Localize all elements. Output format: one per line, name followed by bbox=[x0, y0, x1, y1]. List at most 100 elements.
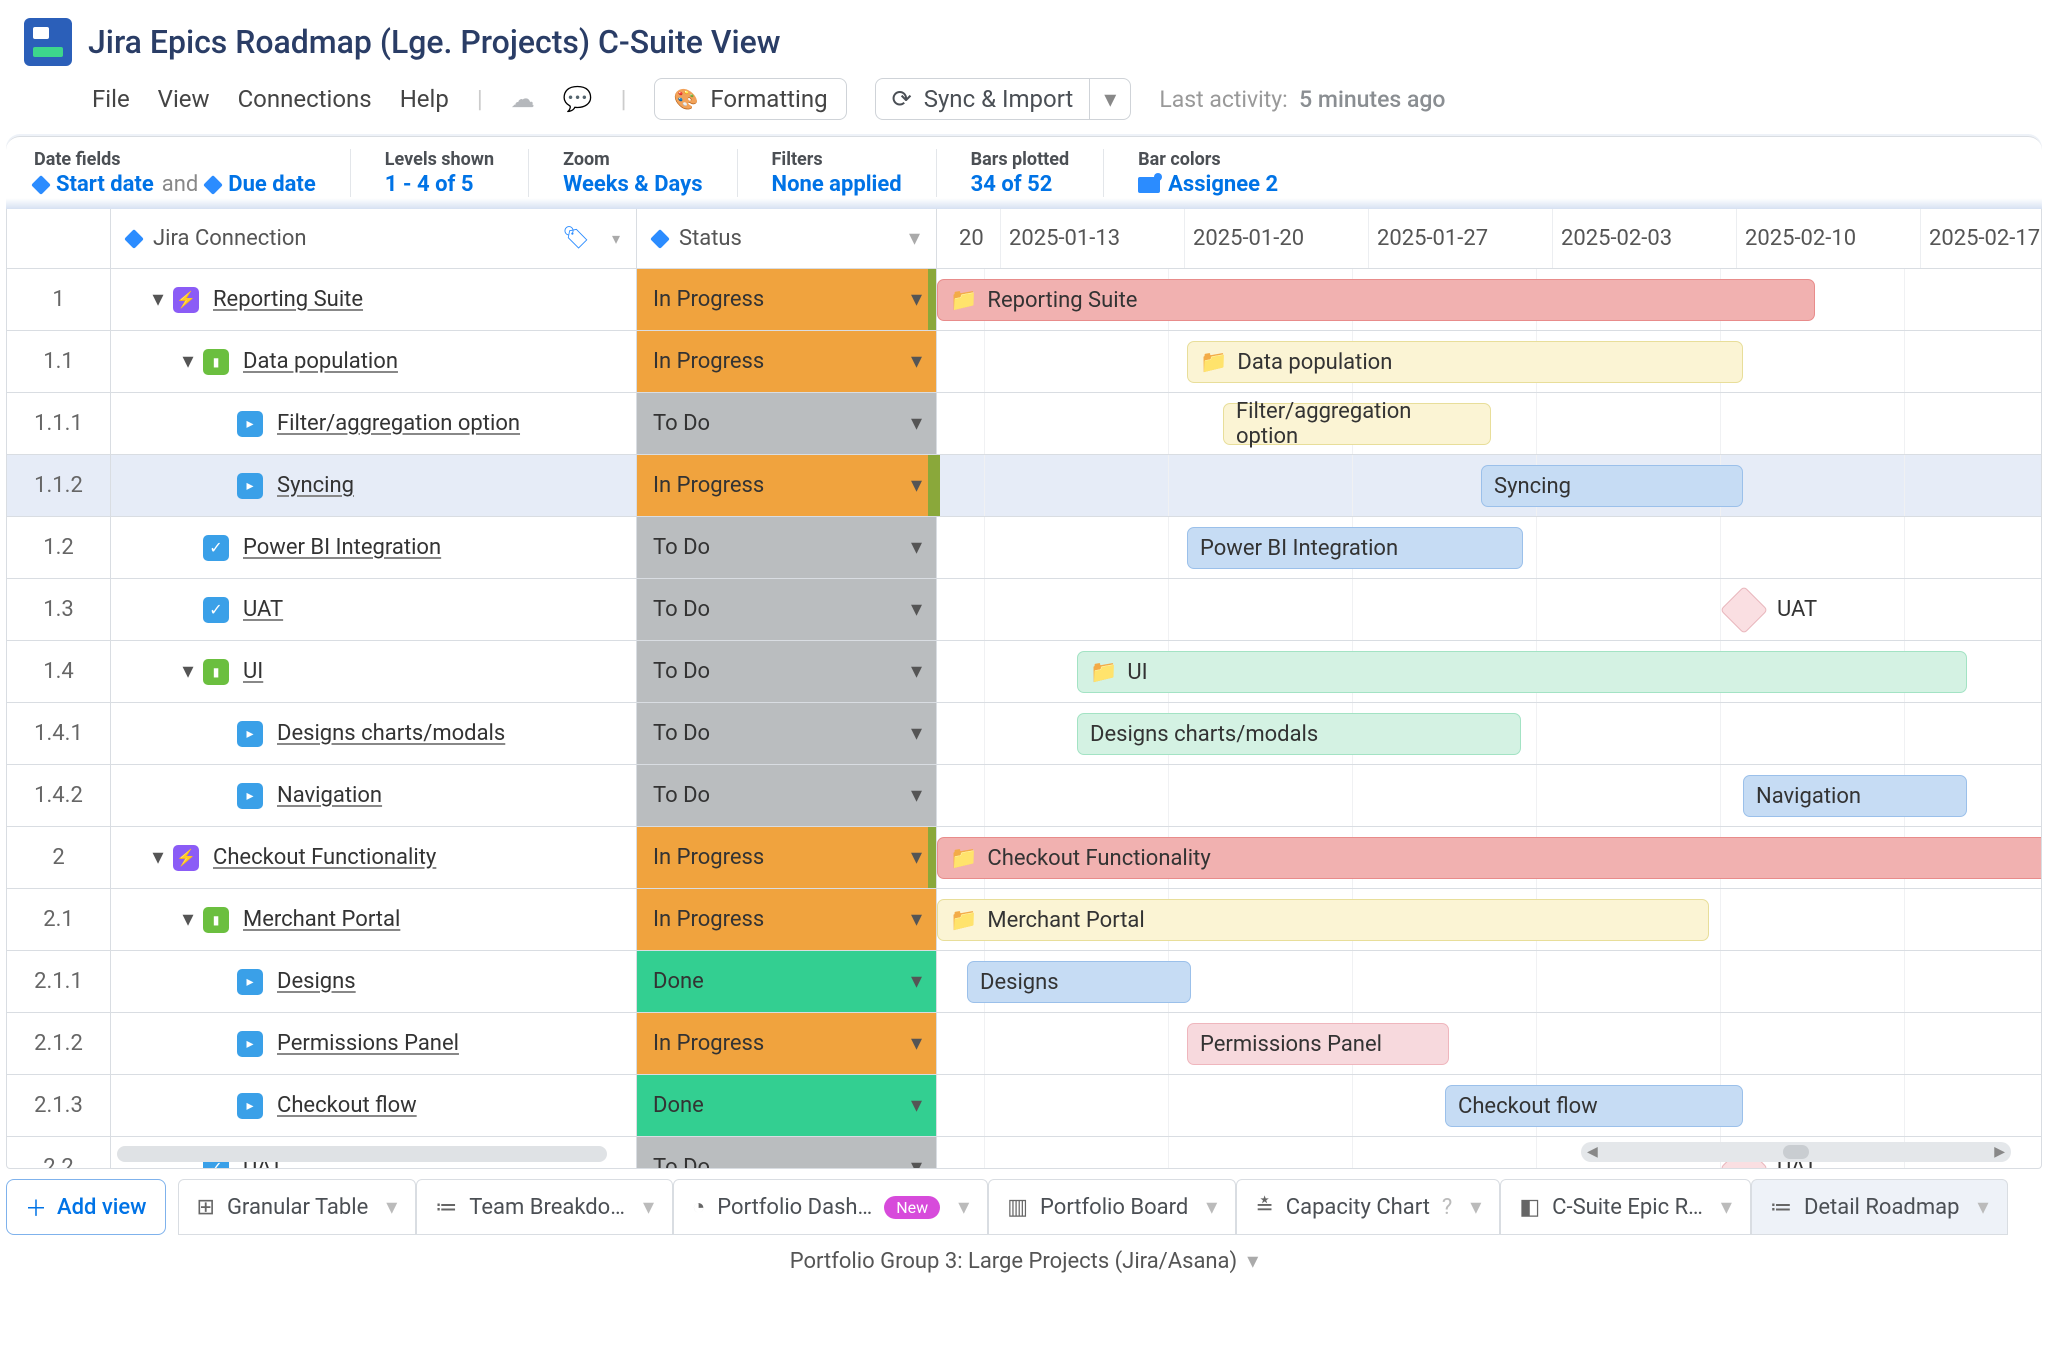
caret-icon[interactable] bbox=[911, 535, 922, 560]
footer-label[interactable]: Portfolio Group 3: Large Projects (Jira/… bbox=[0, 1235, 2048, 1282]
row-label[interactable]: Merchant Portal bbox=[243, 907, 400, 932]
status-cell[interactable]: To Do bbox=[637, 703, 937, 764]
status-cell[interactable]: To Do bbox=[637, 579, 937, 640]
gantt-bar[interactable]: Syncing bbox=[1481, 465, 1743, 507]
status-cell[interactable]: To Do bbox=[637, 393, 937, 454]
row-label[interactable]: Designs bbox=[277, 969, 356, 994]
row-label[interactable]: Filter/aggregation option bbox=[277, 411, 520, 436]
caret-icon[interactable] bbox=[911, 473, 922, 498]
menu-view[interactable]: View bbox=[158, 85, 210, 113]
row-label[interactable]: Designs charts/modals bbox=[277, 721, 505, 746]
caret-icon[interactable] bbox=[612, 229, 620, 248]
caret-icon[interactable] bbox=[911, 1031, 922, 1056]
row-label[interactable]: Navigation bbox=[277, 783, 382, 808]
caret-icon[interactable] bbox=[1206, 1195, 1217, 1220]
grid-row[interactable]: 2.1▾Merchant PortalIn Progress📁Merchant … bbox=[7, 889, 2041, 951]
gantt-bar[interactable]: Permissions Panel bbox=[1187, 1023, 1449, 1065]
caret-icon[interactable] bbox=[911, 349, 922, 374]
status-cell[interactable]: In Progress bbox=[637, 455, 937, 516]
status-cell[interactable]: In Progress bbox=[637, 331, 937, 392]
status-cell[interactable]: Done bbox=[637, 1075, 937, 1136]
view-tab[interactable]: ≛Capacity Chart? bbox=[1236, 1179, 1500, 1235]
expander-icon[interactable]: ▾ bbox=[177, 907, 199, 932]
gantt-bar[interactable]: Navigation bbox=[1743, 775, 1967, 817]
left-scrollbar[interactable] bbox=[117, 1146, 607, 1162]
col-jira[interactable]: Jira Connection 🏷 bbox=[111, 209, 637, 268]
caret-icon[interactable] bbox=[911, 907, 922, 932]
expander-icon[interactable]: ▾ bbox=[147, 845, 169, 870]
menu-connections[interactable]: Connections bbox=[238, 85, 372, 113]
grid-row[interactable]: 1.4.1▾Designs charts/modalsTo DoDesigns … bbox=[7, 703, 2041, 765]
scroll-thumb[interactable] bbox=[1783, 1145, 1809, 1159]
view-tab[interactable]: ⊞Granular Table bbox=[178, 1179, 417, 1235]
caret-icon[interactable] bbox=[1721, 1195, 1732, 1220]
grid-row[interactable]: 2.1.2▾Permissions PanelIn ProgressPermis… bbox=[7, 1013, 2041, 1075]
view-tab[interactable]: ≔Team Breakdo… bbox=[416, 1179, 673, 1235]
menu-file[interactable]: File bbox=[92, 85, 130, 113]
row-label[interactable]: UAT bbox=[243, 597, 283, 622]
gantt-bar[interactable]: 📁Checkout Functionality bbox=[937, 837, 2042, 879]
gantt-bar[interactable]: 📁Reporting Suite bbox=[937, 279, 1815, 321]
cfg-bars[interactable]: Bars plotted 34 of 52 bbox=[937, 149, 1105, 197]
caret-icon[interactable] bbox=[911, 783, 922, 808]
cfg-filters[interactable]: Filters None applied bbox=[738, 149, 937, 197]
grid-row[interactable]: 1.4▾UITo Do📁UI bbox=[7, 641, 2041, 703]
grid-row[interactable]: 2.1.3▾Checkout flowDoneCheckout flow bbox=[7, 1075, 2041, 1137]
cfg-zoom[interactable]: Zoom Weeks & Days bbox=[529, 149, 737, 197]
status-cell[interactable]: Done bbox=[637, 951, 937, 1012]
expander-icon[interactable]: ▾ bbox=[177, 659, 199, 684]
caret-icon[interactable] bbox=[911, 597, 922, 622]
scroll-left-icon[interactable]: ◀ bbox=[1587, 1144, 1598, 1160]
cfg-levels[interactable]: Levels shown 1 - 4 of 5 bbox=[351, 149, 529, 197]
row-label[interactable]: Permissions Panel bbox=[277, 1031, 459, 1056]
status-cell[interactable]: To Do bbox=[637, 1137, 937, 1169]
status-cell[interactable]: In Progress bbox=[637, 1013, 937, 1074]
grid-row[interactable]: 1▾Reporting SuiteIn Progress📁Reporting S… bbox=[7, 269, 2041, 331]
caret-icon[interactable] bbox=[911, 1155, 922, 1169]
view-tab[interactable]: ≔Detail Roadmap bbox=[1751, 1179, 2008, 1235]
cfg-date-fields[interactable]: Date fields Start date and Due date bbox=[34, 149, 351, 197]
gantt-bar[interactable]: 📁Data population bbox=[1187, 341, 1743, 383]
gantt-bar[interactable]: 📁Merchant Portal bbox=[937, 899, 1709, 941]
caret-icon[interactable] bbox=[911, 287, 922, 312]
view-tab[interactable]: ◧C-Suite Epic R… bbox=[1500, 1179, 1751, 1235]
gantt-bar[interactable]: Checkout flow bbox=[1445, 1085, 1743, 1127]
grid-row[interactable]: 2.1.1▾DesignsDoneDesigns bbox=[7, 951, 2041, 1013]
grid-row[interactable]: 1.1.2▾SyncingIn ProgressSyncing bbox=[7, 455, 2041, 517]
caret-icon[interactable] bbox=[911, 721, 922, 746]
sync-import-button[interactable]: ⟳ Sync & Import bbox=[875, 78, 1132, 120]
row-label[interactable]: UI bbox=[243, 659, 263, 684]
grid-row[interactable]: 1.4.2▾NavigationTo DoNavigation bbox=[7, 765, 2041, 827]
status-cell[interactable]: To Do bbox=[637, 517, 937, 578]
grid-row[interactable]: 1.2▾Power BI IntegrationTo DoPower BI In… bbox=[7, 517, 2041, 579]
tag-icon[interactable]: 🏷 bbox=[562, 226, 590, 251]
grid-row[interactable]: 1.3▾UATTo DoUAT bbox=[7, 579, 2041, 641]
caret-icon[interactable] bbox=[1977, 1195, 1988, 1220]
row-label[interactable]: Data population bbox=[243, 349, 398, 374]
menu-help[interactable]: Help bbox=[400, 85, 449, 113]
scroll-right-icon[interactable]: ▶ bbox=[1994, 1144, 2005, 1160]
row-label[interactable]: Checkout flow bbox=[277, 1093, 417, 1118]
grid-row[interactable]: 2▾Checkout FunctionalityIn Progress📁Chec… bbox=[7, 827, 2041, 889]
view-tab[interactable]: ◔Portfolio Dash…New bbox=[673, 1179, 988, 1235]
gantt-bar[interactable]: Designs charts/modals bbox=[1077, 713, 1521, 755]
caret-icon[interactable] bbox=[911, 411, 922, 436]
gantt-bar[interactable]: Designs bbox=[967, 961, 1191, 1003]
caret-icon[interactable] bbox=[911, 969, 922, 994]
comments-icon[interactable]: 💬 bbox=[563, 85, 593, 113]
caret-icon[interactable] bbox=[909, 226, 920, 251]
status-cell[interactable]: To Do bbox=[637, 641, 937, 702]
caret-icon[interactable] bbox=[911, 659, 922, 684]
timeline-scrollbar[interactable]: ◀ ▶ bbox=[1581, 1142, 2011, 1162]
row-label[interactable]: Checkout Functionality bbox=[213, 845, 436, 870]
caret-icon[interactable] bbox=[911, 1093, 922, 1118]
status-cell[interactable]: In Progress bbox=[637, 269, 937, 330]
col-status[interactable]: Status bbox=[637, 209, 937, 268]
status-cell[interactable]: To Do bbox=[637, 765, 937, 826]
row-label[interactable]: Power BI Integration bbox=[243, 535, 441, 560]
expander-icon[interactable]: ▾ bbox=[177, 349, 199, 374]
caret-icon[interactable] bbox=[1470, 1195, 1481, 1220]
caret-icon[interactable] bbox=[1247, 1249, 1258, 1274]
expander-icon[interactable]: ▾ bbox=[147, 287, 169, 312]
caret-icon[interactable] bbox=[386, 1195, 397, 1220]
